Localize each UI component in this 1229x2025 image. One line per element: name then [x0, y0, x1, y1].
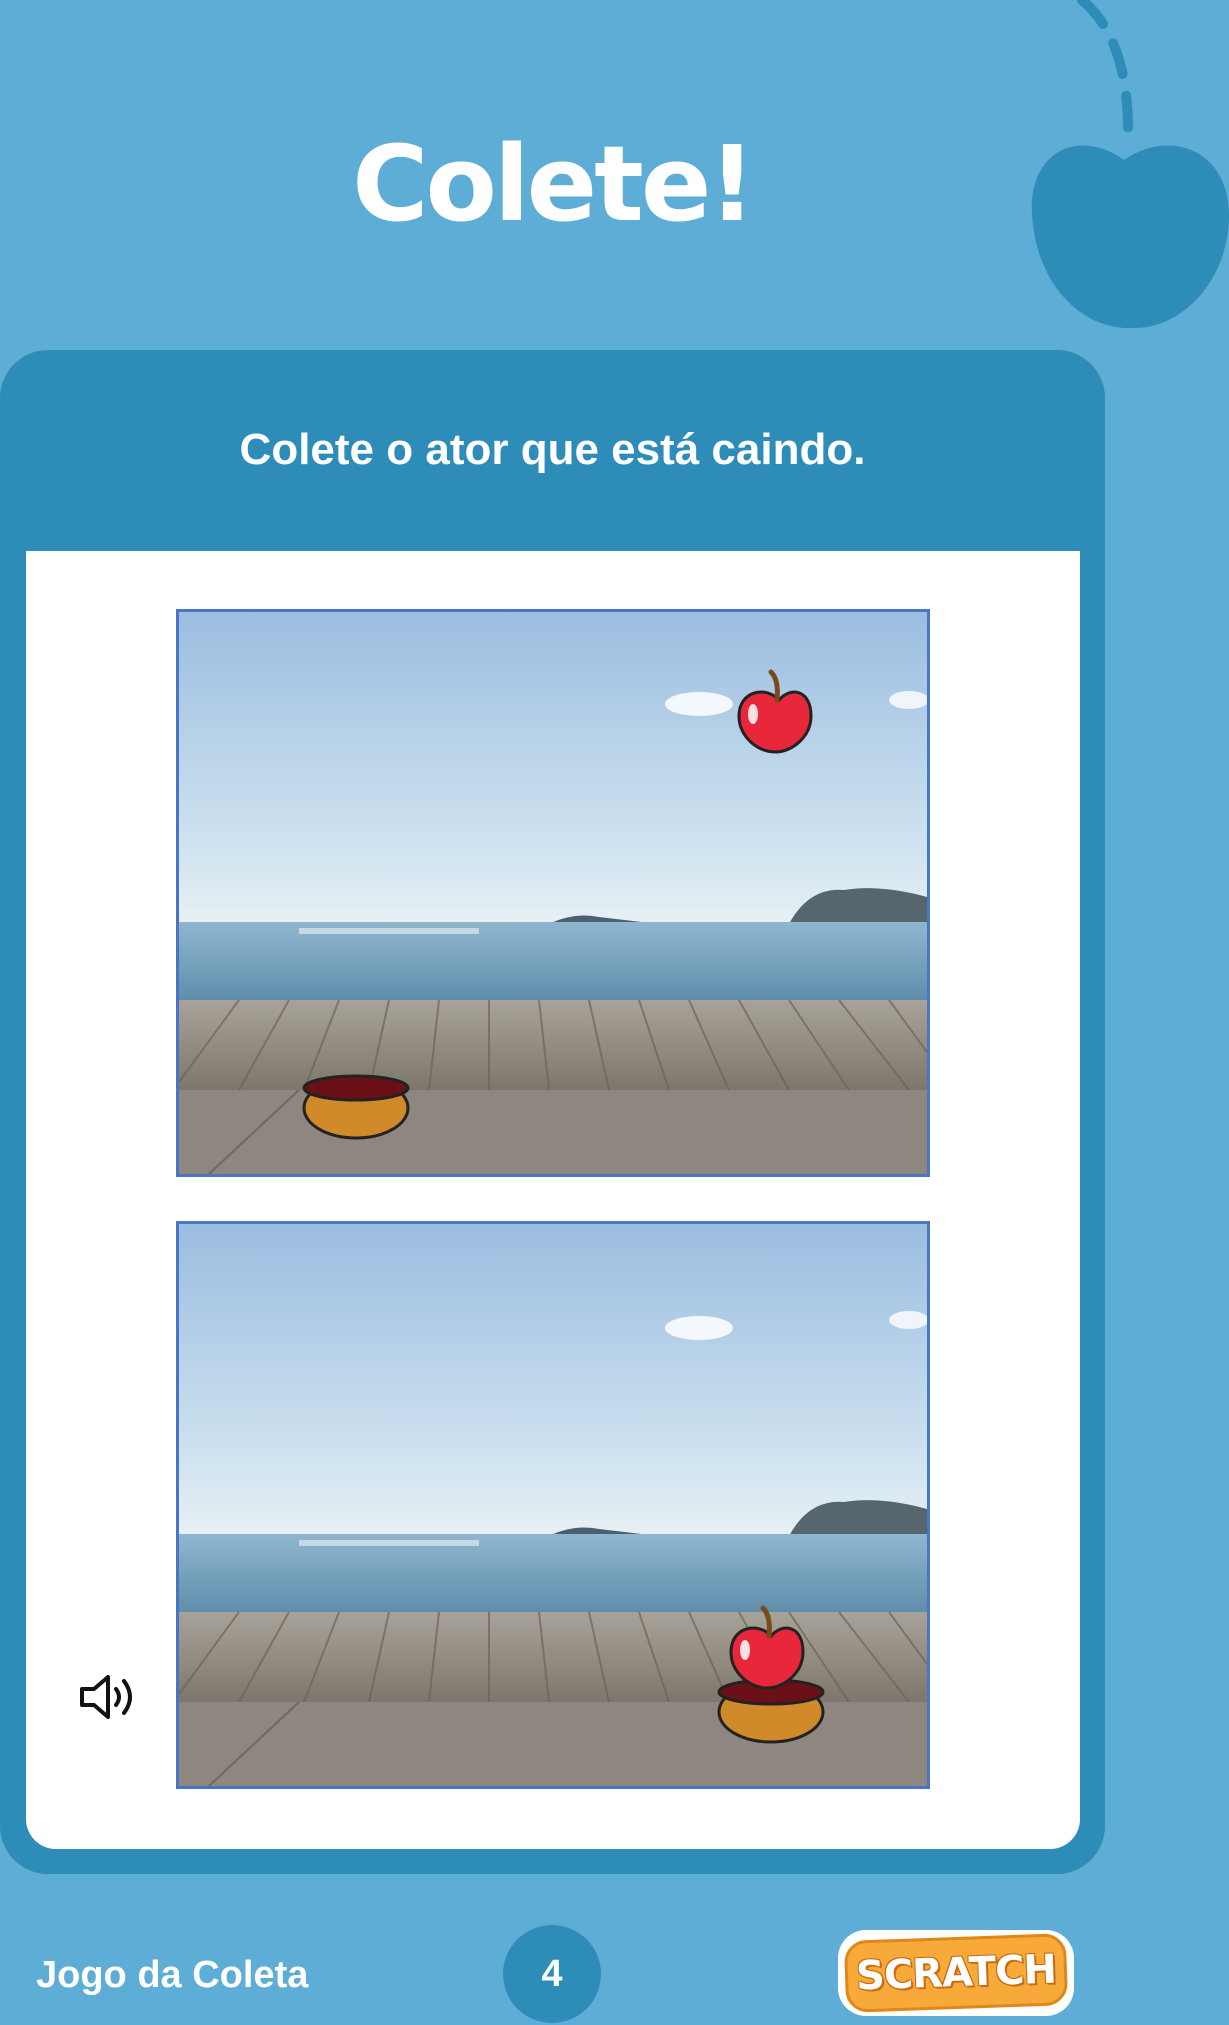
bowl-sprite: [302, 1074, 410, 1140]
bowl-sprite: [717, 1678, 825, 1744]
stage-after: [176, 1221, 930, 1789]
stage-before: [176, 609, 930, 1177]
page-title: Colete!: [352, 123, 756, 245]
scratch-logo: SCRATCH: [838, 1930, 1074, 2016]
card-heading: Colete o ator que está caindo.: [239, 425, 866, 474]
page-number: 4: [503, 1925, 601, 2023]
card-body: [26, 551, 1080, 1849]
footer-title: Jogo da Coleta: [36, 1954, 309, 1996]
speaker-icon[interactable]: [78, 1673, 140, 1721]
instruction-card: Colete o ator que está caindo.: [0, 350, 1105, 1874]
scratch-logo-text: SCRATCH: [843, 1933, 1069, 2013]
